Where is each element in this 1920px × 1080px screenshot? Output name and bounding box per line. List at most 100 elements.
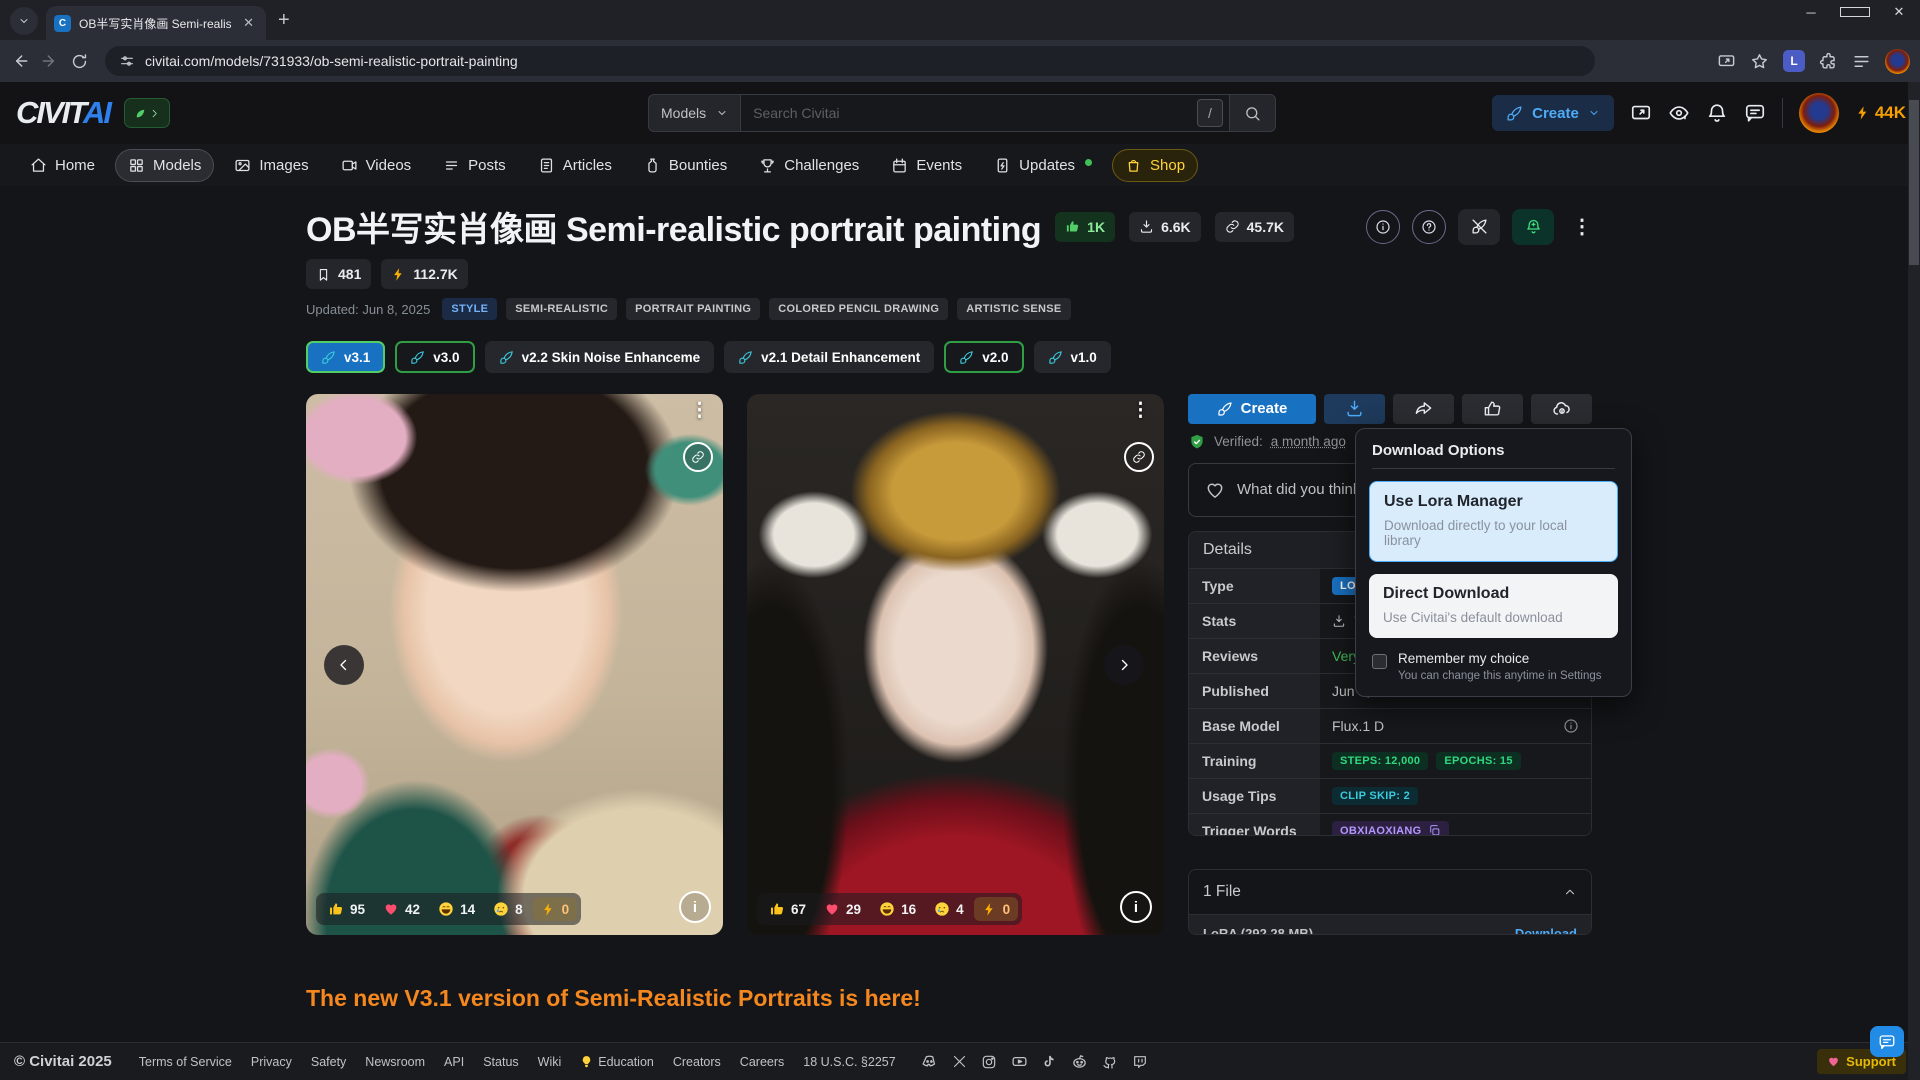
reload-button[interactable] [70,52,89,71]
close-button[interactable]: ✕ [1884,4,1914,20]
twitch-icon[interactable] [1132,1054,1148,1070]
notify-button[interactable] [1512,209,1554,245]
nav-item-bounties[interactable]: Bounties [632,150,739,181]
version-v2-0[interactable]: v2.0 [944,341,1023,373]
eye-alert-icon[interactable] [1668,102,1690,124]
reaction-laugh[interactable]: 16 [871,897,924,921]
reaction-thumbs-up[interactable]: 67 [761,897,814,921]
youtube-icon[interactable] [1011,1053,1028,1070]
version-v2-2[interactable]: v2.2 Skin Noise Enhanceme [485,341,715,373]
reaction-cry[interactable]: 8 [485,897,531,921]
nav-item-events[interactable]: Events [879,150,974,181]
maximize-button[interactable] [1840,5,1870,20]
cast-icon[interactable] [1717,52,1736,71]
reaction-thumbs-up[interactable]: 95 [320,897,373,921]
footer-link-careers[interactable]: Careers [740,1055,784,1069]
forward-button[interactable] [40,51,60,71]
nav-item-shop[interactable]: Shop [1112,149,1198,182]
footer-link-education[interactable]: Education [580,1055,654,1069]
holiday-badge[interactable] [124,98,170,128]
nav-item-videos[interactable]: Videos [329,150,424,181]
nav-item-images[interactable]: Images [222,150,320,181]
chat-fab-button[interactable] [1870,1026,1904,1057]
civitai-logo[interactable]: CIVITAI [16,95,110,131]
hide-generation-button[interactable] [1458,209,1500,245]
gallery-image-2[interactable]: ⋮ 67 29 16 4 0 i [747,394,1164,935]
image-info-button[interactable]: i [1120,891,1152,923]
footer-link-safety[interactable]: Safety [311,1055,346,1069]
screen-share-icon[interactable] [1630,102,1652,124]
instagram-icon[interactable] [981,1054,997,1070]
header-create-button[interactable]: Create [1492,95,1614,131]
reaction-bolt[interactable]: 0 [974,897,1019,921]
footer-link-creators[interactable]: Creators [673,1055,721,1069]
tag-colored-pencil[interactable]: COLORED PENCIL DRAWING [769,298,948,320]
minimize-button[interactable]: ─ [1796,5,1826,20]
extension-l-icon[interactable]: L [1783,50,1805,72]
verified-time-link[interactable]: a month ago [1271,434,1346,449]
reaction-heart[interactable]: 42 [375,897,428,921]
search-category-select[interactable]: Models [648,94,740,132]
scrollbar-thumb[interactable] [1909,100,1919,265]
buzz-balance[interactable]: 44K [1855,103,1906,123]
image-menu-icon[interactable]: ⋮ [1131,406,1150,416]
x-icon[interactable] [952,1054,967,1069]
reaction-laugh[interactable]: 14 [430,897,483,921]
image-menu-icon[interactable]: ⋮ [690,406,709,416]
github-icon[interactable] [1102,1054,1118,1070]
more-options-button[interactable]: ⋮ [1566,214,1598,239]
info-button[interactable] [1366,210,1400,244]
help-button[interactable] [1412,210,1446,244]
bookmark-star-icon[interactable] [1750,52,1769,71]
image-info-button[interactable]: i [679,891,711,923]
create-button[interactable]: Create [1188,394,1316,424]
link-count-badge[interactable]: 45.7K [1215,212,1294,242]
nav-item-posts[interactable]: Posts [431,150,518,181]
chat-icon[interactable] [1744,102,1766,124]
image-link-button[interactable] [683,442,713,472]
discord-icon[interactable] [921,1053,938,1070]
browser-profile-avatar[interactable] [1885,49,1910,74]
footer-link-status[interactable]: Status [483,1055,518,1069]
nav-item-challenges[interactable]: Challenges [747,150,871,181]
new-tab-button[interactable]: + [278,9,290,32]
footer-link-privacy[interactable]: Privacy [251,1055,292,1069]
reading-list-icon[interactable] [1852,52,1871,71]
tab-search-button[interactable] [10,7,38,35]
footer-link-newsroom[interactable]: Newsroom [365,1055,425,1069]
search-input[interactable] [741,105,1229,121]
vault-button[interactable] [1531,394,1592,424]
carousel-prev-button[interactable] [324,645,364,685]
version-v3-1[interactable]: v3.1 [306,341,385,373]
reaction-bolt[interactable]: 0 [533,897,578,921]
site-settings-icon[interactable] [119,53,135,69]
tag-semi-realistic[interactable]: SEMI-REALISTIC [506,298,617,320]
file-download-link[interactable]: Download [1515,926,1577,935]
reddit-icon[interactable] [1071,1053,1088,1070]
bell-icon[interactable] [1706,102,1728,124]
download-count-badge[interactable]: 6.6K [1129,212,1201,242]
version-v1-0[interactable]: v1.0 [1034,341,1111,373]
tab-close-icon[interactable]: ✕ [239,13,258,33]
like-count-badge[interactable]: 1K [1055,212,1115,242]
tiktok-icon[interactable] [1042,1054,1057,1069]
back-button[interactable] [10,51,30,71]
direct-download-option[interactable]: Direct Download Use Civitai's default do… [1369,574,1618,638]
lora-manager-option[interactable]: Use Lora Manager Download directly to yo… [1369,481,1618,562]
browser-tab[interactable]: C OB半写实肖像画 Semi-realisti ✕ [46,6,266,40]
trigger-word-badge[interactable]: OBXIAOXIANG [1332,821,1449,835]
address-bar[interactable]: civitai.com/models/731933/ob-semi-realis… [105,46,1595,76]
rate-button[interactable] [1462,394,1523,424]
user-avatar[interactable] [1799,93,1839,133]
reaction-heart[interactable]: 29 [816,897,869,921]
version-v2-1[interactable]: v2.1 Detail Enhancement [724,341,934,373]
footer-link-wiki[interactable]: Wiki [538,1055,562,1069]
gallery-image-1[interactable]: ⋮ 95 42 14 8 0 i [306,394,723,935]
nav-item-updates[interactable]: Updates [982,150,1104,181]
tag-portrait-painting[interactable]: PORTRAIT PAINTING [626,298,760,320]
collapse-chevron-icon[interactable] [1563,885,1577,899]
download-button[interactable] [1324,394,1385,424]
tag-artistic-sense[interactable]: ARTISTIC SENSE [957,298,1070,320]
bookmark-count-badge[interactable]: 481 [306,259,371,289]
carousel-next-button[interactable] [1104,645,1144,685]
